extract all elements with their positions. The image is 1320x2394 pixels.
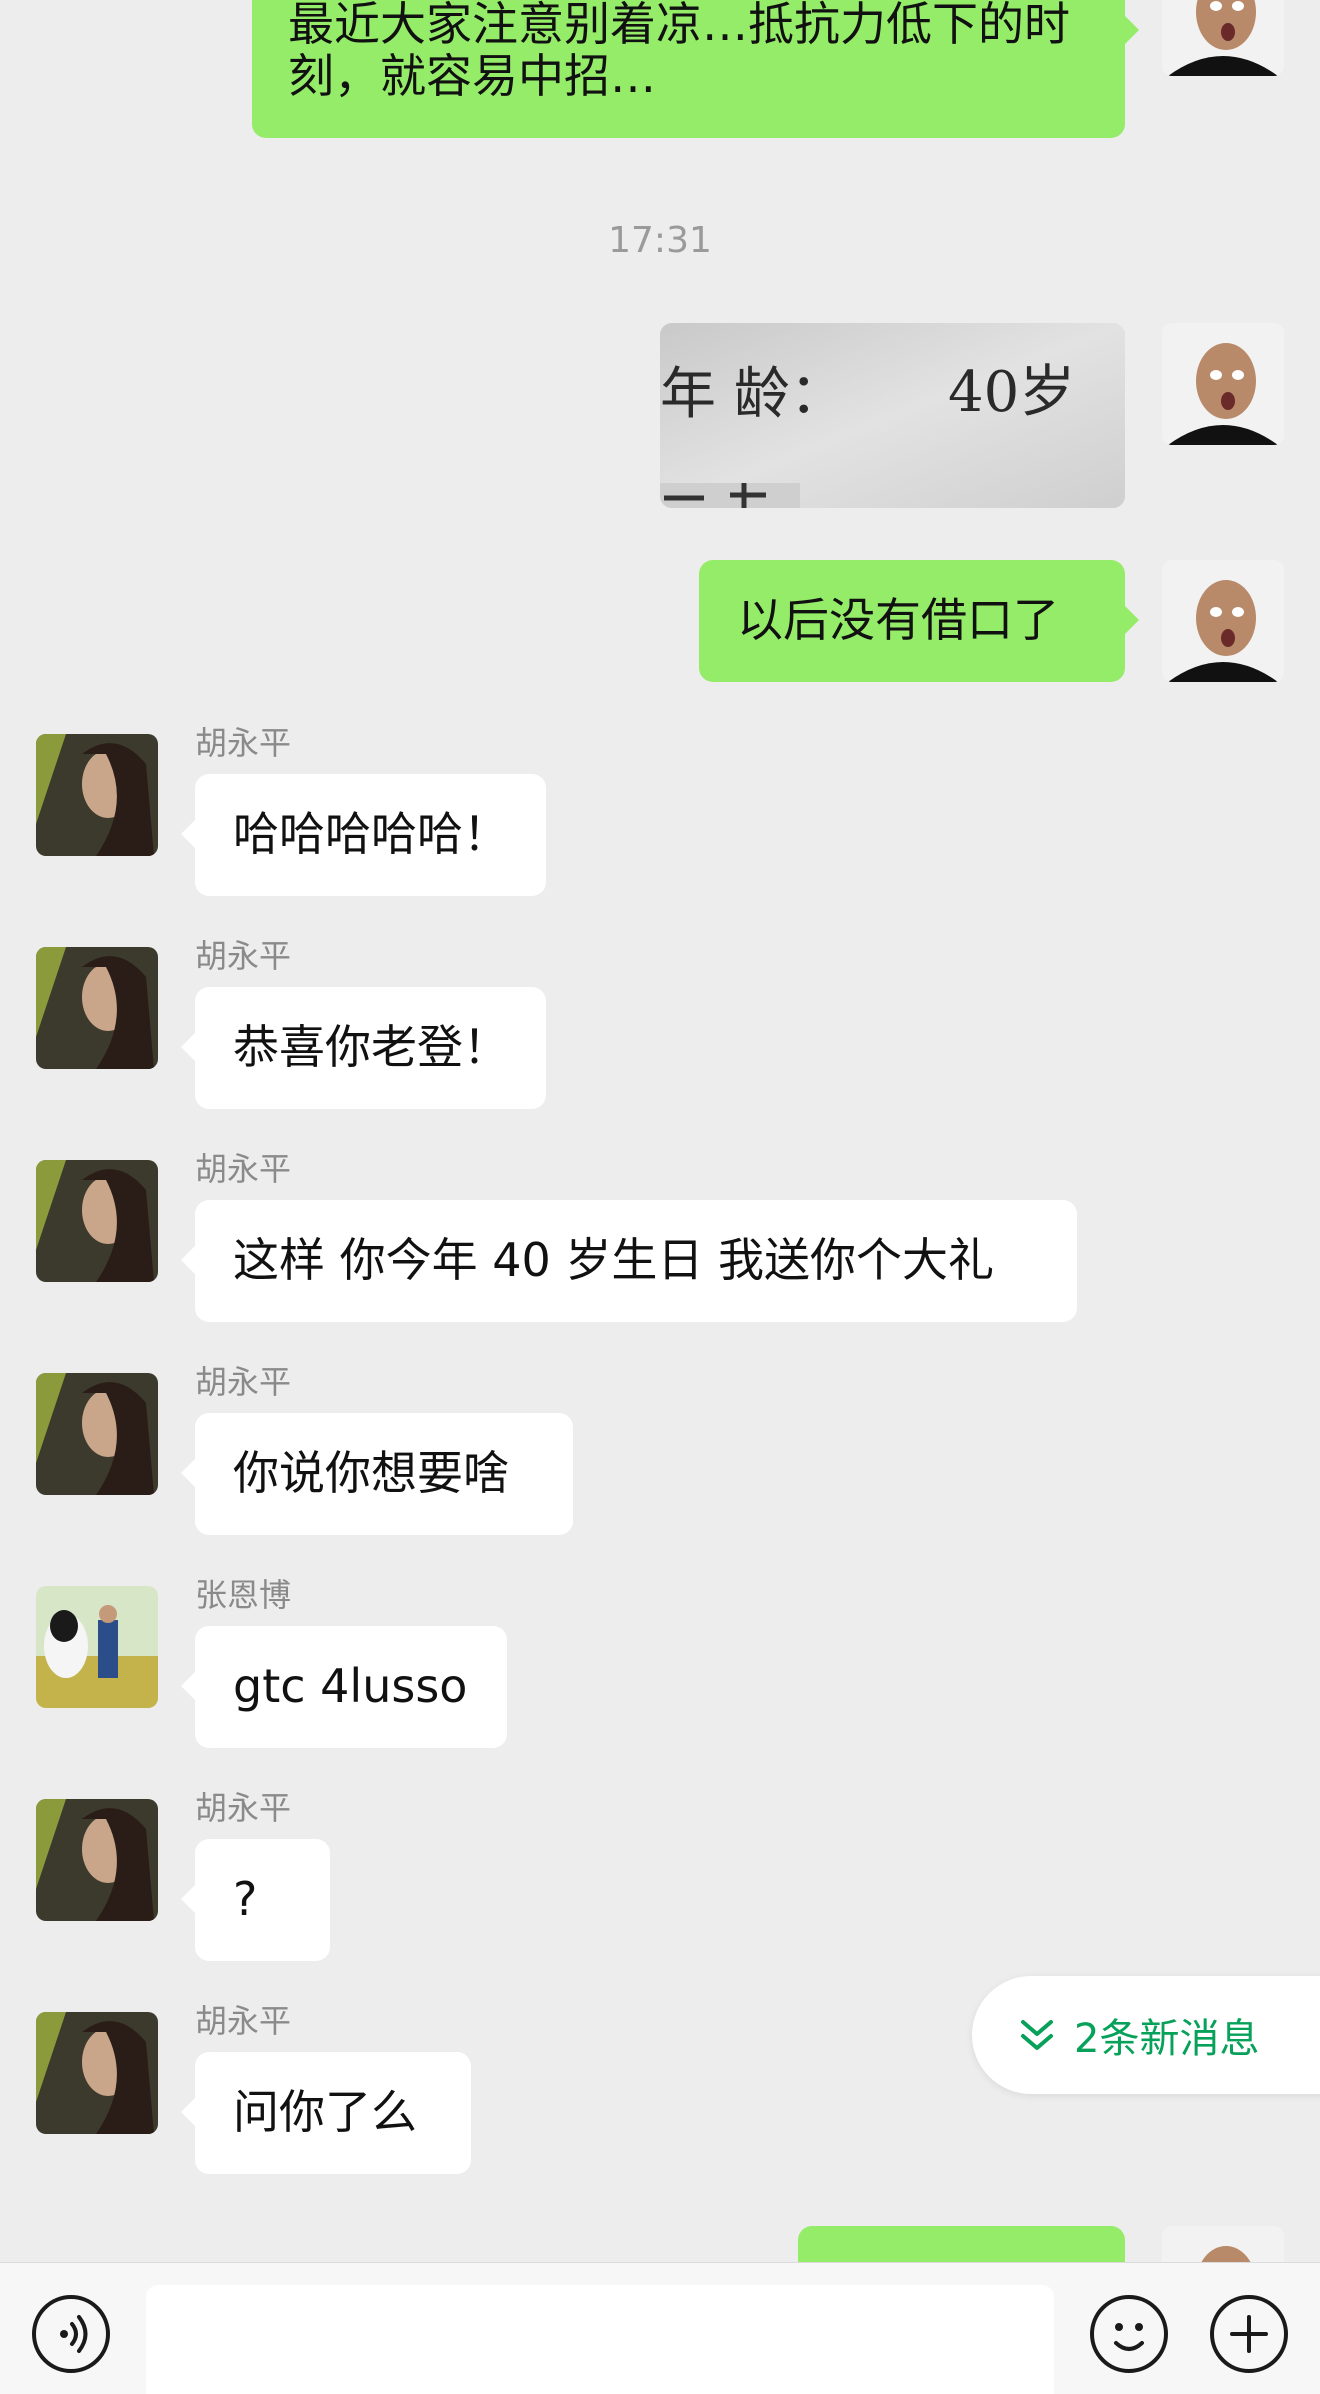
- message-input[interactable]: [146, 2285, 1054, 2394]
- message-text: 哈哈哈哈哈！: [233, 807, 509, 861]
- voice-icon: [60, 2315, 88, 2353]
- message-text: 最近大家注意别着凉…抵抗力低下的时刻，就容易中招…: [288, 0, 1070, 103]
- sender-name: 胡永平: [195, 1363, 292, 1401]
- received-message-bubble[interactable]: 恭喜你老登！: [181, 987, 546, 1109]
- contact-avatar[interactable]: [36, 1799, 158, 1921]
- sender-name: 胡永平: [195, 2002, 292, 2040]
- message-timestamp: 17:31: [608, 220, 712, 261]
- contact-avatar[interactable]: [36, 947, 158, 1069]
- received-message-bubble[interactable]: 问你了么: [181, 2052, 471, 2174]
- my-avatar[interactable]: [1162, 2226, 1284, 2262]
- my-avatar[interactable]: [1162, 560, 1284, 682]
- sender-name: 胡永平: [195, 724, 292, 762]
- image-message[interactable]: 年 龄： 40岁: [660, 323, 1125, 508]
- plus-icon: [1230, 2315, 1268, 2353]
- message-text: ?: [233, 1872, 258, 1926]
- chat-area[interactable]: 最近大家注意别着凉…抵抗力低下的时刻，就容易中招… 17:31 年 龄： 40岁…: [0, 0, 1320, 2262]
- sender-name: 胡永平: [195, 1150, 292, 1188]
- sent-message-bubble[interactable]: 以后没有借口了: [699, 560, 1139, 682]
- photo-value: 40岁: [948, 360, 1075, 425]
- sent-message-bubble[interactable]: 最近大家注意别着凉…抵抗力低下的时刻，就容易中招…: [252, 0, 1139, 138]
- my-avatar[interactable]: [1162, 323, 1284, 445]
- message-text: 这样 你今年 40 岁生日 我送你个大礼: [233, 1233, 995, 1287]
- sender-name: 胡永平: [195, 937, 292, 975]
- received-message-bubble[interactable]: 这样 你今年 40 岁生日 我送你个大礼: [181, 1200, 1077, 1322]
- contact-avatar[interactable]: [36, 1160, 158, 1282]
- message-text: 以后没有借口了: [737, 593, 1059, 647]
- emoji-icon: [1114, 2323, 1144, 2351]
- photo-label: 年 龄：: [660, 362, 846, 427]
- received-message-bubble[interactable]: 哈哈哈哈哈！: [181, 774, 546, 896]
- message-text: 恭喜你老登！: [233, 1020, 509, 1074]
- sender-name: 胡永平: [195, 1789, 292, 1827]
- received-message-bubble[interactable]: ?: [181, 1839, 330, 1961]
- contact-avatar[interactable]: [36, 2012, 158, 2134]
- sender-name: 张恩博: [195, 1576, 292, 1614]
- new-messages-button[interactable]: 2条新消息: [972, 1976, 1320, 2094]
- message-text: 你说你想要啥: [233, 1446, 509, 1500]
- contact-avatar[interactable]: [36, 734, 158, 856]
- new-messages-label: 2条新消息: [1074, 2016, 1260, 2062]
- voice-button[interactable]: [32, 2295, 110, 2373]
- emoji-button[interactable]: [1090, 2295, 1168, 2373]
- plus-button[interactable]: [1210, 2295, 1288, 2373]
- sent-message-bubble[interactable]: [798, 2226, 1125, 2262]
- contact-avatar[interactable]: [36, 1373, 158, 1495]
- my-avatar[interactable]: [1162, 0, 1284, 76]
- message-text: 问你了么: [233, 2085, 417, 2139]
- received-message-bubble[interactable]: 你说你想要啥: [181, 1413, 573, 1535]
- double-chevron-down-icon: [1021, 2020, 1053, 2050]
- document-photo: 年 龄： 40岁: [660, 323, 1125, 508]
- contact-avatar[interactable]: [36, 1586, 158, 1708]
- input-bar: [0, 2262, 1320, 2394]
- received-message-bubble[interactable]: gtc 4lusso: [181, 1626, 507, 1748]
- message-text: gtc 4lusso: [233, 1659, 468, 1713]
